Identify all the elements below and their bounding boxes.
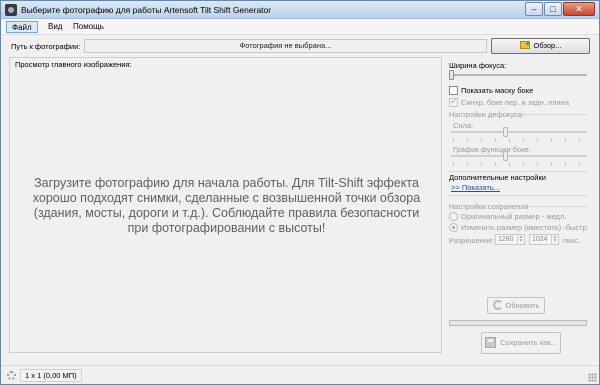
refresh-button[interactable]: Обновить	[487, 297, 545, 314]
title-bar: Выберите фотографию для работы Artensoft…	[1, 1, 599, 19]
window-title: Выберите фотографию для работы Artensoft…	[21, 5, 272, 15]
main-image-preview[interactable]: Просмотр главного изображения: Загрузите…	[9, 57, 442, 353]
focus-width-track	[449, 74, 587, 76]
resize-label: Изменить размер (вместить) -быстр.	[461, 223, 589, 232]
show-bokeh-mask-checkbox[interactable]	[449, 86, 458, 95]
save-group-line	[521, 206, 587, 207]
additional-group-line	[449, 195, 587, 196]
menu-view[interactable]: Вид	[43, 21, 67, 33]
defocus-group-line	[521, 114, 587, 115]
resolution-label: Разрешение:	[449, 236, 495, 245]
original-size-label: Оригинальный размер - медл.	[461, 212, 567, 221]
unit-label: пикс.	[563, 236, 581, 245]
settings-panel: Ширина фокуса: Показать маску боке Синхр…	[447, 57, 593, 357]
bokeh-graph-slider[interactable]	[451, 151, 587, 161]
sync-bokeh-label: Синхр. боке пер. и задн. плана	[461, 98, 569, 107]
loading-spinner-icon	[7, 371, 16, 380]
image-size-status: 1 x 1 (0,00 МП)	[20, 369, 82, 382]
folder-add-icon	[519, 37, 530, 51]
photo-path-row: Путь к фотографии: Фотография не выбрана…	[1, 37, 599, 55]
refresh-button-label: Обновить	[505, 301, 540, 310]
bokeh-graph-ticks	[453, 163, 587, 166]
focus-width-slider[interactable]	[449, 70, 587, 80]
additional-settings-label: Дополнительные настройки	[449, 173, 546, 182]
bokeh-graph-track	[451, 155, 587, 157]
preview-label: Просмотр главного изображения:	[15, 60, 132, 69]
save-icon	[485, 337, 497, 348]
menu-help[interactable]: Помощь	[68, 21, 109, 33]
strength-slider[interactable]	[451, 127, 587, 137]
width-value: 1280	[498, 236, 514, 243]
bokeh-graph-thumb[interactable]	[503, 151, 508, 161]
browse-button-label: Обзор...	[533, 41, 562, 50]
refresh-icon	[492, 300, 503, 310]
menu-file[interactable]: Файл	[6, 21, 38, 33]
save-as-button[interactable]: Сохранить как...	[481, 332, 561, 354]
close-button[interactable]: ✕	[563, 2, 595, 16]
strength-thumb[interactable]	[503, 127, 508, 137]
resize-grip-icon[interactable]	[588, 373, 597, 382]
minimize-button[interactable]: –	[525, 2, 543, 16]
focus-width-label: Ширина фокуса:	[449, 61, 507, 70]
app-icon	[5, 4, 17, 16]
sync-bokeh-checkbox[interactable]	[449, 96, 458, 107]
show-additional-link[interactable]: >> Показать...	[451, 183, 500, 192]
photo-path-field[interactable]: Фотография не выбрана...	[84, 39, 487, 53]
browse-button[interactable]: Обзор...	[491, 37, 590, 54]
save-settings-label: Настройки сохранения	[449, 202, 529, 211]
defocus-settings-label: Настройки дефокуса:	[449, 110, 524, 119]
main-window: Выберите фотографию для работы Artensoft…	[0, 0, 600, 385]
resize-radio[interactable]	[449, 223, 458, 232]
strength-track	[451, 131, 587, 133]
maximize-button[interactable]: □	[544, 2, 562, 16]
height-spinbox[interactable]: 1024 ▲ ▼	[529, 234, 559, 245]
original-size-radio[interactable]	[449, 212, 458, 221]
window-controls: – □ ✕	[525, 2, 595, 16]
progress-bar	[449, 320, 587, 326]
status-bar: 1 x 1 (0,00 МП)	[1, 365, 599, 384]
menu-bar: Файл Вид Помощь	[1, 19, 599, 35]
separator-line	[449, 171, 587, 172]
save-as-button-label: Сохранить как...	[500, 338, 557, 347]
width-spin-arrows-icon[interactable]: ▲ ▼	[517, 235, 524, 244]
photo-path-label: Путь к фотографии:	[11, 42, 81, 51]
preview-placeholder-message: Загрузите фотографию для начала работы. …	[32, 176, 421, 235]
height-value: 1024	[532, 236, 548, 243]
height-spin-arrows-icon[interactable]: ▲ ▼	[551, 235, 558, 244]
strength-ticks	[453, 139, 587, 142]
focus-width-thumb[interactable]	[449, 70, 454, 80]
width-spinbox[interactable]: 1280 ▲ ▼	[495, 234, 525, 245]
show-bokeh-mask-label: Показать маску боке	[461, 86, 534, 95]
